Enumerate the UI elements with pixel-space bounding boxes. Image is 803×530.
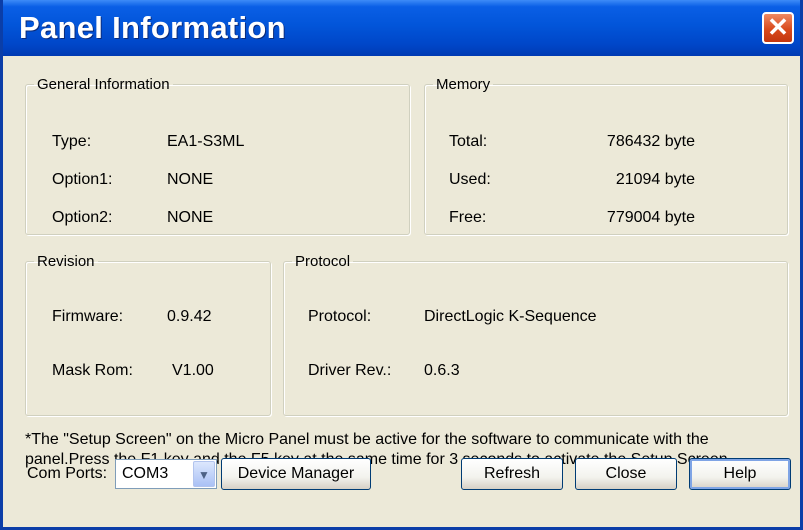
option2-label: Option2: <box>52 209 113 226</box>
option1-value: NONE <box>167 171 214 188</box>
protocol-group: Protocol Protocol: DirectLogic K-Sequenc… <box>283 253 788 416</box>
device-manager-button[interactable]: Device Manager <box>221 458 371 490</box>
protocol-label: Protocol: <box>308 308 372 325</box>
chevron-down-icon[interactable]: ▼ <box>193 461 215 487</box>
title-bar[interactable]: Panel Information ✕ <box>3 0 800 56</box>
revision-group: Revision Firmware: 0.9.42 Mask Rom: V1.0… <box>25 253 271 416</box>
window-title: Panel Information <box>19 10 286 45</box>
protocol-value: DirectLogic K-Sequence <box>424 308 597 325</box>
type-label: Type: <box>52 133 92 150</box>
total-label: Total: <box>449 133 488 150</box>
refresh-button[interactable]: Refresh <box>461 458 563 490</box>
mask-rom-value: V1.00 <box>172 362 214 379</box>
com-ports-selected-value: COM3 <box>122 465 169 482</box>
note-line-1: *The "Setup Screen" on the Micro Panel m… <box>25 431 709 448</box>
driver-rev-label: Driver Rev.: <box>308 362 392 379</box>
revision-legend: Revision <box>37 253 95 270</box>
free-label: Free: <box>449 209 487 226</box>
close-button[interactable]: Close <box>575 458 677 490</box>
mask-rom-label: Mask Rom: <box>52 362 133 379</box>
used-value: 21094 byte <box>615 171 695 188</box>
protocol-legend: Protocol <box>295 253 351 270</box>
close-window-button[interactable]: ✕ <box>762 12 794 44</box>
used-label: Used: <box>449 171 491 188</box>
close-icon: ✕ <box>767 12 789 42</box>
com-ports-label: Com Ports: <box>27 465 108 482</box>
total-value: 786432 byte <box>606 133 695 150</box>
option2-value: NONE <box>167 209 214 226</box>
help-button[interactable]: Help <box>689 458 791 490</box>
firmware-label: Firmware: <box>52 308 124 325</box>
com-ports-select[interactable]: COM3 ▼ <box>115 459 217 489</box>
option1-label: Option1: <box>52 171 113 188</box>
type-value: EA1-S3ML <box>167 133 245 150</box>
panel-information-dialog: Panel Information ✕ General Information … <box>0 0 803 530</box>
free-value: 779004 byte <box>606 209 695 226</box>
driver-rev-value: 0.6.3 <box>424 362 460 379</box>
general-information-legend: General Information <box>37 76 170 93</box>
memory-group: Memory Total: 786432 byte Used: 21094 by… <box>424 76 788 235</box>
dialog-content: General Information Type: EA1-S3ML Optio… <box>3 56 800 527</box>
firmware-value: 0.9.42 <box>167 308 212 325</box>
memory-legend: Memory <box>436 76 491 93</box>
general-information-group: General Information Type: EA1-S3ML Optio… <box>25 76 410 235</box>
